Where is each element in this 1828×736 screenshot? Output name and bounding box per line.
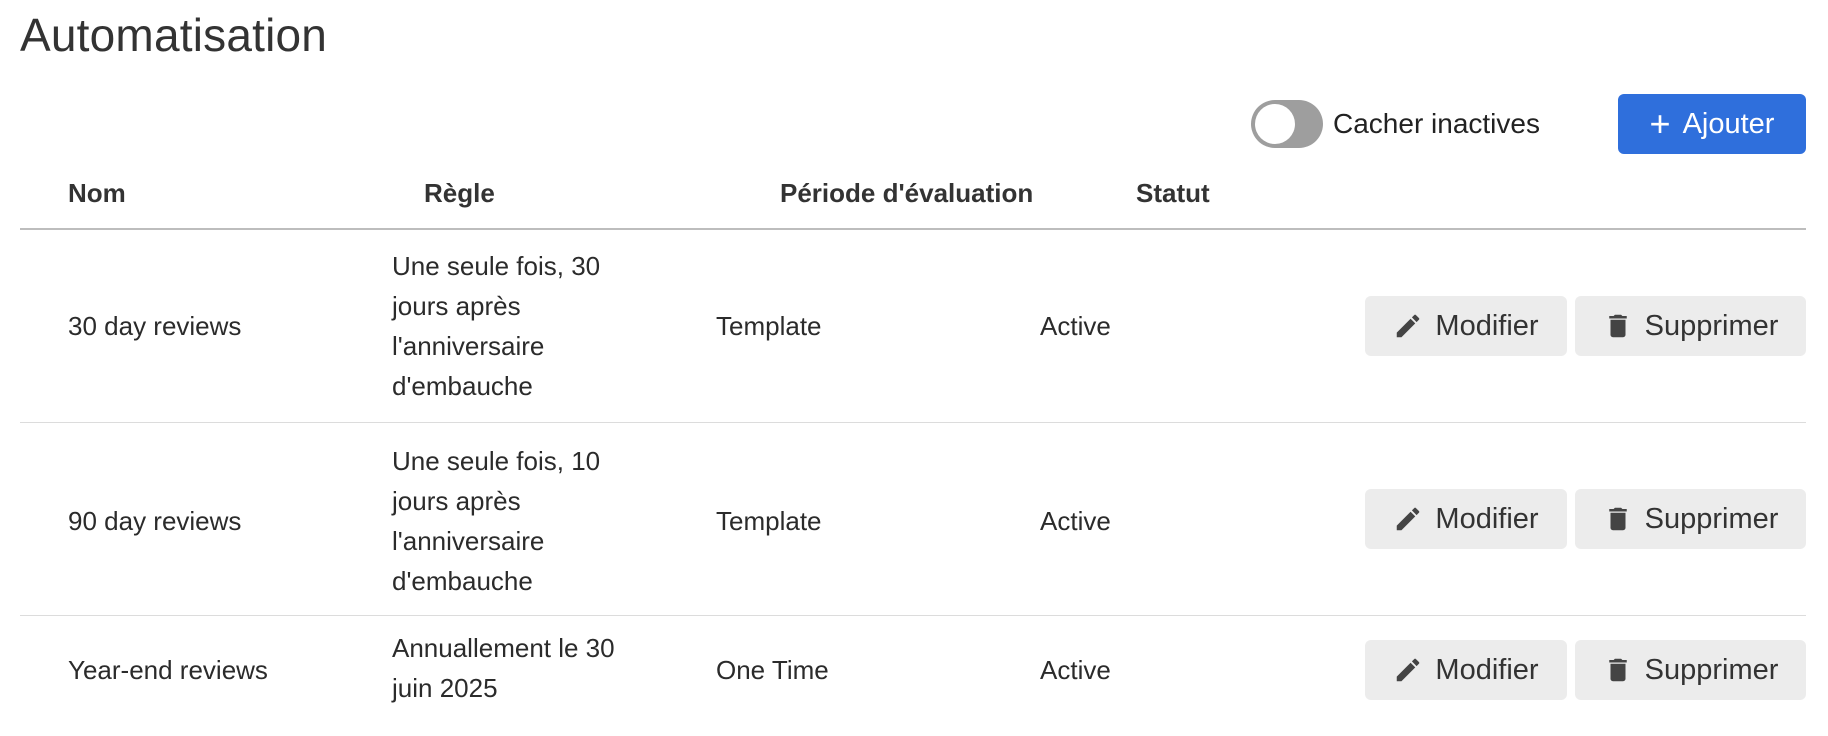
row-rule: Annuallement le 30 juin 2025 [392,633,615,703]
row-name: 90 day reviews [68,506,242,536]
row-name: Year-end reviews [68,655,268,685]
column-header-rule: Règle [424,178,495,208]
row-rule: Une seule fois, 30 jours après l'anniver… [392,251,601,401]
add-button-label: Ajouter [1682,107,1775,140]
column-header-status: Statut [1136,178,1210,208]
page-title: Automatisation [20,9,328,61]
row-rule: Une seule fois, 10 jours après l'anniver… [392,446,601,596]
pencil-icon [1397,658,1420,682]
row-status: Active [1040,311,1111,341]
row-period: One Time [716,655,829,685]
add-button[interactable]: + Ajouter [1618,94,1806,154]
toggle-knob [1255,104,1295,144]
column-header-period: Période d'évaluation [780,178,1034,208]
pencil-icon [1397,314,1420,338]
row-period: Template [716,506,822,536]
hide-inactive-toggle[interactable] [1251,100,1323,148]
delete-button-label: Supprimer [1644,653,1779,686]
edit-button-label: Modifier [1435,653,1539,686]
table-row: 90 day reviews Une seule fois, 10 jours … [20,423,1806,616]
row-name: 30 day reviews [68,311,242,341]
delete-button[interactable]: Supprimer [1575,640,1806,700]
table-row: 30 day reviews Une seule fois, 30 jours … [20,230,1806,423]
row-period: Template [716,311,822,341]
pencil-icon [1397,507,1420,531]
trash-icon [1608,507,1627,531]
column-header-name: Nom [68,178,126,208]
delete-button-label: Supprimer [1644,309,1779,342]
automation-page: Automatisation Cacher inactives + Ajoute… [0,0,1828,736]
plus-icon: + [1649,103,1671,144]
hide-inactive-label: Cacher inactives [1333,108,1540,139]
edit-button[interactable]: Modifier [1365,640,1567,700]
delete-button[interactable]: Supprimer [1575,296,1806,356]
edit-button-label: Modifier [1435,309,1539,342]
row-status: Active [1040,655,1111,685]
table-header: Nom Règle Période d'évaluation Statut [20,170,1806,230]
edit-button-label: Modifier [1435,502,1539,535]
trash-icon [1608,314,1627,338]
trash-icon [1608,658,1627,682]
delete-button[interactable]: Supprimer [1575,489,1806,549]
edit-button[interactable]: Modifier [1365,489,1567,549]
table-row: Year-end reviews Annuallement le 30 juin… [20,616,1806,726]
edit-button[interactable]: Modifier [1365,296,1567,356]
row-status: Active [1040,506,1111,536]
delete-button-label: Supprimer [1644,502,1779,535]
